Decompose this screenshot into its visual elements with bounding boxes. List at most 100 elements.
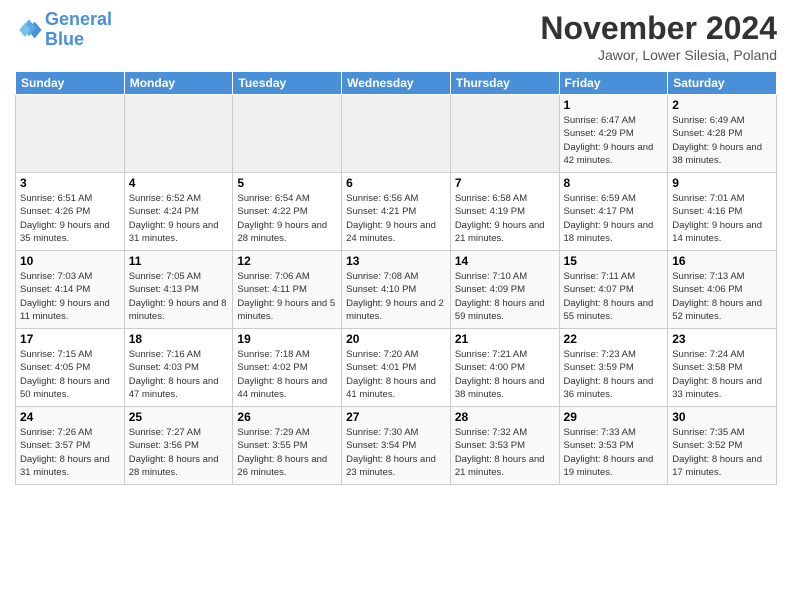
calendar: Sunday Monday Tuesday Wednesday Thursday… [15, 71, 777, 485]
calendar-cell: 8 Sunrise: 6:59 AM Sunset: 4:17 PM Daylig… [559, 173, 668, 251]
day-info: Sunrise: 7:33 AM Sunset: 3:53 PM Dayligh… [564, 426, 664, 479]
calendar-week-3: 10 Sunrise: 7:03 AM Sunset: 4:14 PM Dayli… [16, 251, 777, 329]
calendar-cell: 15 Sunrise: 7:11 AM Sunset: 4:07 PM Dayli… [559, 251, 668, 329]
day-number: 21 [455, 332, 555, 346]
day-info: Sunrise: 7:11 AM Sunset: 4:07 PM Dayligh… [564, 270, 664, 323]
day-number: 5 [237, 176, 337, 190]
day-number: 27 [346, 410, 446, 424]
calendar-cell: 25 Sunrise: 7:27 AM Sunset: 3:56 PM Dayli… [124, 407, 233, 485]
header: General Blue November 2024 Jawor, Lower … [15, 10, 777, 63]
day-info: Sunrise: 7:15 AM Sunset: 4:05 PM Dayligh… [20, 348, 120, 401]
calendar-cell: 19 Sunrise: 7:18 AM Sunset: 4:02 PM Dayli… [233, 329, 342, 407]
calendar-cell: 17 Sunrise: 7:15 AM Sunset: 4:05 PM Dayli… [16, 329, 125, 407]
day-number: 18 [129, 332, 229, 346]
calendar-cell: 13 Sunrise: 7:08 AM Sunset: 4:10 PM Dayli… [342, 251, 451, 329]
logo: General Blue [15, 10, 112, 50]
day-number: 25 [129, 410, 229, 424]
page: General Blue November 2024 Jawor, Lower … [0, 0, 792, 612]
day-info: Sunrise: 7:35 AM Sunset: 3:52 PM Dayligh… [672, 426, 772, 479]
day-info: Sunrise: 7:10 AM Sunset: 4:09 PM Dayligh… [455, 270, 555, 323]
calendar-cell: 28 Sunrise: 7:32 AM Sunset: 3:53 PM Dayli… [450, 407, 559, 485]
day-number: 4 [129, 176, 229, 190]
calendar-cell [342, 95, 451, 173]
day-number: 29 [564, 410, 664, 424]
day-info: Sunrise: 6:59 AM Sunset: 4:17 PM Dayligh… [564, 192, 664, 245]
calendar-cell: 4 Sunrise: 6:52 AM Sunset: 4:24 PM Daylig… [124, 173, 233, 251]
day-info: Sunrise: 7:18 AM Sunset: 4:02 PM Dayligh… [237, 348, 337, 401]
col-wednesday: Wednesday [342, 72, 451, 95]
calendar-cell: 29 Sunrise: 7:33 AM Sunset: 3:53 PM Dayli… [559, 407, 668, 485]
day-number: 30 [672, 410, 772, 424]
day-number: 10 [20, 254, 120, 268]
day-info: Sunrise: 7:29 AM Sunset: 3:55 PM Dayligh… [237, 426, 337, 479]
logo-text: General Blue [45, 10, 112, 50]
calendar-cell: 10 Sunrise: 7:03 AM Sunset: 4:14 PM Dayli… [16, 251, 125, 329]
day-info: Sunrise: 6:51 AM Sunset: 4:26 PM Dayligh… [20, 192, 120, 245]
calendar-cell: 14 Sunrise: 7:10 AM Sunset: 4:09 PM Dayli… [450, 251, 559, 329]
day-number: 8 [564, 176, 664, 190]
day-number: 1 [564, 98, 664, 112]
logo-general: General [45, 9, 112, 29]
day-number: 15 [564, 254, 664, 268]
calendar-cell: 21Sunrise: 7:21 AM Sunset: 4:00 PM Dayli… [450, 329, 559, 407]
calendar-cell [450, 95, 559, 173]
calendar-cell: 11 Sunrise: 7:05 AM Sunset: 4:13 PM Dayli… [124, 251, 233, 329]
calendar-cell [16, 95, 125, 173]
day-number: 26 [237, 410, 337, 424]
main-title: November 2024 [540, 10, 777, 47]
day-info: Sunrise: 6:52 AM Sunset: 4:24 PM Dayligh… [129, 192, 229, 245]
calendar-cell: 2 Sunrise: 6:49 AM Sunset: 4:28 PM Daylig… [668, 95, 777, 173]
calendar-cell: 3 Sunrise: 6:51 AM Sunset: 4:26 PM Daylig… [16, 173, 125, 251]
day-number: 3 [20, 176, 120, 190]
day-info: Sunrise: 7:16 AM Sunset: 4:03 PM Dayligh… [129, 348, 229, 401]
col-sunday: Sunday [16, 72, 125, 95]
day-info: Sunrise: 7:13 AM Sunset: 4:06 PM Dayligh… [672, 270, 772, 323]
day-info: Sunrise: 7:20 AM Sunset: 4:01 PM Dayligh… [346, 348, 446, 401]
calendar-cell: 6 Sunrise: 6:56 AM Sunset: 4:21 PM Daylig… [342, 173, 451, 251]
day-info: Sunrise: 7:23 AM Sunset: 3:59 PM Dayligh… [564, 348, 664, 401]
day-info: Sunrise: 6:54 AM Sunset: 4:22 PM Dayligh… [237, 192, 337, 245]
day-number: 7 [455, 176, 555, 190]
calendar-cell [124, 95, 233, 173]
calendar-cell: 7 Sunrise: 6:58 AM Sunset: 4:19 PM Daylig… [450, 173, 559, 251]
calendar-cell: 1 Sunrise: 6:47 AM Sunset: 4:29 PM Daylig… [559, 95, 668, 173]
day-number: 28 [455, 410, 555, 424]
day-info: Sunrise: 6:56 AM Sunset: 4:21 PM Dayligh… [346, 192, 446, 245]
day-info: Sunrise: 7:24 AM Sunset: 3:58 PM Dayligh… [672, 348, 772, 401]
day-info: Sunrise: 7:05 AM Sunset: 4:13 PM Dayligh… [129, 270, 229, 323]
calendar-cell: 16Sunrise: 7:13 AM Sunset: 4:06 PM Dayli… [668, 251, 777, 329]
day-info: Sunrise: 6:47 AM Sunset: 4:29 PM Dayligh… [564, 114, 664, 167]
col-monday: Monday [124, 72, 233, 95]
logo-icon [15, 16, 43, 44]
calendar-cell: 20Sunrise: 7:20 AM Sunset: 4:01 PM Dayli… [342, 329, 451, 407]
day-info: Sunrise: 7:27 AM Sunset: 3:56 PM Dayligh… [129, 426, 229, 479]
day-info: Sunrise: 6:49 AM Sunset: 4:28 PM Dayligh… [672, 114, 772, 167]
day-number: 6 [346, 176, 446, 190]
day-number: 17 [20, 332, 120, 346]
calendar-cell: 12Sunrise: 7:06 AM Sunset: 4:11 PM Dayli… [233, 251, 342, 329]
calendar-week-1: 1 Sunrise: 6:47 AM Sunset: 4:29 PM Daylig… [16, 95, 777, 173]
day-number: 13 [346, 254, 446, 268]
day-number: 19 [237, 332, 337, 346]
day-number: 11 [129, 254, 229, 268]
calendar-cell: 9Sunrise: 7:01 AM Sunset: 4:16 PM Daylig… [668, 173, 777, 251]
day-info: Sunrise: 7:01 AM Sunset: 4:16 PM Dayligh… [672, 192, 772, 245]
day-info: Sunrise: 7:06 AM Sunset: 4:11 PM Dayligh… [237, 270, 337, 323]
calendar-cell: 18 Sunrise: 7:16 AM Sunset: 4:03 PM Dayli… [124, 329, 233, 407]
day-info: Sunrise: 6:58 AM Sunset: 4:19 PM Dayligh… [455, 192, 555, 245]
day-info: Sunrise: 7:08 AM Sunset: 4:10 PM Dayligh… [346, 270, 446, 323]
day-info: Sunrise: 7:26 AM Sunset: 3:57 PM Dayligh… [20, 426, 120, 479]
logo-blue: Blue [45, 29, 84, 49]
day-number: 22 [564, 332, 664, 346]
day-number: 14 [455, 254, 555, 268]
day-info: Sunrise: 7:32 AM Sunset: 3:53 PM Dayligh… [455, 426, 555, 479]
col-saturday: Saturday [668, 72, 777, 95]
title-block: November 2024 Jawor, Lower Silesia, Pola… [540, 10, 777, 63]
day-info: Sunrise: 7:30 AM Sunset: 3:54 PM Dayligh… [346, 426, 446, 479]
calendar-cell: 27 Sunrise: 7:30 AM Sunset: 3:54 PM Dayli… [342, 407, 451, 485]
calendar-cell: 24Sunrise: 7:26 AM Sunset: 3:57 PM Dayli… [16, 407, 125, 485]
day-number: 2 [672, 98, 772, 112]
col-tuesday: Tuesday [233, 72, 342, 95]
day-info: Sunrise: 7:03 AM Sunset: 4:14 PM Dayligh… [20, 270, 120, 323]
calendar-week-5: 24Sunrise: 7:26 AM Sunset: 3:57 PM Dayli… [16, 407, 777, 485]
